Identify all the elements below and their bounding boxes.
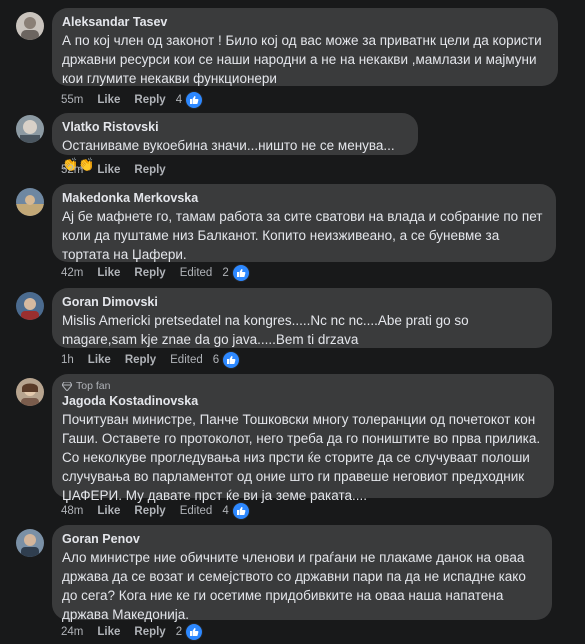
timestamp[interactable]: 48m bbox=[61, 505, 83, 517]
commenter-name[interactable]: Makedonka Merkovska bbox=[62, 190, 544, 206]
avatar[interactable] bbox=[16, 188, 44, 216]
diamond-icon bbox=[62, 382, 72, 391]
comment-feed: Aleksandar Tasev А по кој член од законо… bbox=[0, 0, 585, 644]
comment-text: Почитуван министре, Панче Тошковски мног… bbox=[62, 412, 541, 503]
like-reaction-icon bbox=[231, 502, 250, 520]
like-button[interactable]: Like bbox=[88, 354, 111, 366]
avatar[interactable] bbox=[16, 378, 44, 406]
like-button[interactable]: Like bbox=[97, 267, 120, 279]
comment-actions: 55m Like Reply 4 bbox=[61, 91, 231, 109]
commenter-name[interactable]: Jagoda Kostadinovska bbox=[62, 393, 542, 409]
avatar[interactable] bbox=[16, 115, 44, 143]
reaction-count[interactable]: 2 bbox=[176, 623, 217, 641]
reply-button[interactable]: Reply bbox=[134, 164, 165, 176]
top-fan-badge: Top fan bbox=[62, 380, 542, 393]
comment-text: Ало министре ние обичните членови и граѓ… bbox=[62, 550, 526, 622]
comment-text: Останиваме вукоебина значи...ништо не се… bbox=[62, 138, 395, 153]
reply-button[interactable]: Reply bbox=[134, 267, 165, 279]
comment-bubble: Aleksandar Tasev А по кој член од законо… bbox=[52, 8, 558, 86]
commenter-name[interactable]: Vlatko Ristovski bbox=[62, 119, 406, 135]
like-button[interactable]: Like bbox=[97, 505, 120, 517]
comment-bubble: Makedonka Merkovska Ај бе мафнете го, та… bbox=[52, 184, 556, 262]
comment-actions: 1h Like Reply Edited 6 bbox=[61, 351, 268, 369]
reaction-count[interactable]: 2 bbox=[222, 264, 263, 282]
timestamp[interactable]: 42m bbox=[61, 267, 83, 279]
like-reaction-icon bbox=[231, 264, 250, 282]
reply-button[interactable]: Reply bbox=[125, 354, 156, 366]
reply-button[interactable]: Reply bbox=[134, 94, 165, 106]
comment-text: Mislis Americki pretsedatel na kongres..… bbox=[62, 313, 469, 347]
like-button[interactable]: Like bbox=[97, 164, 120, 176]
avatar[interactable] bbox=[16, 529, 44, 557]
timestamp[interactable]: 55m bbox=[61, 94, 83, 106]
timestamp[interactable]: 1h bbox=[61, 354, 74, 366]
commenter-name[interactable]: Goran Penov bbox=[62, 531, 540, 547]
commenter-name[interactable]: Aleksandar Tasev bbox=[62, 14, 546, 30]
reaction-count[interactable]: 6 bbox=[213, 351, 254, 369]
edited-label: Edited bbox=[179, 505, 213, 517]
like-reaction-icon bbox=[185, 91, 204, 109]
like-button[interactable]: Like bbox=[97, 626, 120, 638]
comment-actions: 48m Like Reply Edited 4 bbox=[61, 502, 278, 520]
comment-actions: 24m Like Reply 2 bbox=[61, 623, 231, 641]
comment-actions: 52m Like Reply bbox=[61, 161, 180, 179]
like-button[interactable]: Like bbox=[97, 94, 120, 106]
comment-bubble: Goran Dimovski Mislis Americki pretsedat… bbox=[52, 288, 552, 348]
commenter-name[interactable]: Goran Dimovski bbox=[62, 294, 540, 310]
timestamp[interactable]: 24m bbox=[61, 626, 83, 638]
comment-bubble: Goran Penov Ало министре ние обичните чл… bbox=[52, 525, 552, 622]
comment-bubble: Top fan Jagoda Kostadinovska Почитуван м… bbox=[52, 374, 554, 503]
reaction-count[interactable]: 4 bbox=[176, 91, 217, 109]
edited-label: Edited bbox=[179, 267, 213, 279]
comment-bubble: Vlatko Ristovski Останиваме вукоебина зн… bbox=[52, 113, 418, 172]
comment-text: Ај бе мафнете го, тамам работа за сите с… bbox=[62, 209, 543, 262]
reaction-count[interactable]: 4 bbox=[222, 502, 263, 520]
reply-button[interactable]: Reply bbox=[134, 626, 165, 638]
like-reaction-icon bbox=[222, 351, 241, 369]
like-reaction-icon bbox=[185, 623, 204, 641]
avatar[interactable] bbox=[16, 292, 44, 320]
comment-actions: 42m Like Reply Edited 2 bbox=[61, 264, 278, 282]
avatar[interactable] bbox=[16, 12, 44, 40]
timestamp[interactable]: 52m bbox=[61, 164, 83, 176]
edited-label: Edited bbox=[170, 354, 203, 366]
reply-button[interactable]: Reply bbox=[134, 505, 165, 517]
comment-text: А по кој член од законот ! Било кој од в… bbox=[62, 33, 542, 86]
